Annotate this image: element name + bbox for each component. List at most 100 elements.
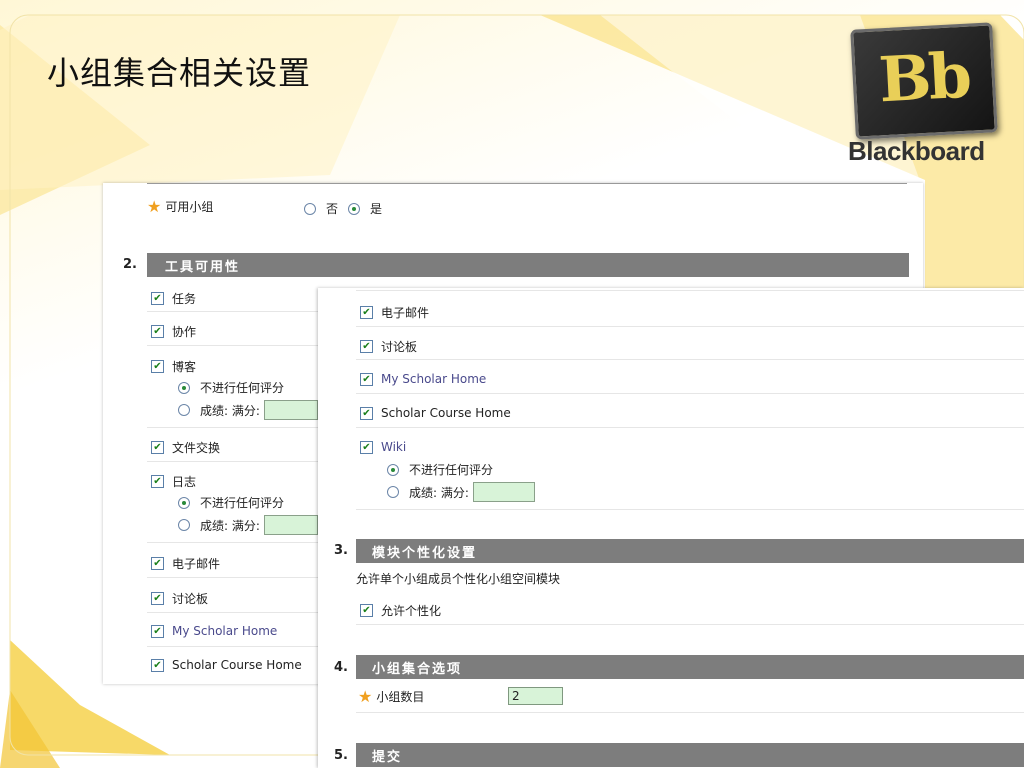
checkbox-checked-icon[interactable]: ✔ — [360, 340, 373, 353]
divider — [147, 427, 319, 428]
tool-myscholar-right: ✔ My Scholar Home — [360, 372, 486, 386]
divider — [356, 509, 1024, 510]
checkbox-checked-icon[interactable]: ✔ — [151, 557, 164, 570]
checkbox-checked-icon[interactable]: ✔ — [151, 292, 164, 305]
radio-yes[interactable] — [348, 202, 361, 215]
radio-grade[interactable] — [178, 519, 190, 531]
radio-no[interactable] — [304, 202, 316, 215]
tool-myscholar: ✔ My Scholar Home — [151, 624, 277, 638]
divider — [356, 427, 1024, 428]
divider — [147, 461, 319, 462]
tool-myscholar-right-label: My Scholar Home — [381, 372, 487, 386]
settings-panel-right: ✔ 电子邮件 ✔ 讨论板 ✔ My Scholar Home ✔ Scholar… — [318, 288, 1024, 768]
checkbox-checked-icon[interactable]: ✔ — [360, 406, 373, 420]
journal-grade-label: 成绩: 满分: — [200, 518, 260, 533]
divider — [147, 612, 319, 613]
divider — [147, 345, 319, 346]
tool-wiki-label: Wiki — [381, 440, 407, 454]
wiki-grade-option: 成绩: 满分: — [387, 482, 535, 502]
checkbox-checked-icon[interactable]: ✔ — [151, 441, 164, 454]
wiki-nograde-label: 不进行任何评分 — [409, 463, 494, 477]
tool-blog: ✔ 博客 — [151, 358, 196, 375]
divider — [147, 577, 319, 578]
tool-myscholar-label: My Scholar Home — [172, 624, 278, 638]
checkbox-checked-icon[interactable]: ✔ — [151, 325, 164, 338]
required-star-icon: ★ — [358, 686, 373, 706]
divider — [147, 311, 319, 312]
section-5-title: 提交 — [372, 749, 403, 765]
tool-journal: ✔ 日志 — [151, 473, 196, 490]
tool-task-label: 任务 — [172, 292, 197, 306]
section-4-number: 4. — [334, 660, 348, 675]
radio-nograde[interactable] — [178, 381, 190, 394]
radio-grade[interactable] — [387, 486, 399, 498]
blog-score-input[interactable] — [263, 400, 318, 420]
journal-score-input[interactable] — [263, 515, 318, 535]
tool-discussion: ✔ 讨论板 — [151, 590, 208, 607]
tool-scholarcourse-right-label: Scholar Course Home — [381, 406, 511, 420]
radio-grade[interactable] — [178, 404, 190, 416]
blog-nograde-option: 不进行任何评分 — [178, 379, 284, 396]
tool-blog-label: 博客 — [172, 360, 197, 374]
checkbox-checked-icon[interactable]: ✔ — [151, 475, 164, 488]
tool-journal-label: 日志 — [172, 475, 197, 489]
allow-personalize-row: ✔ 允许个性化 — [360, 602, 441, 619]
section-3-header: 模块个性化设置 — [356, 539, 1024, 563]
blackboard-logo: Bb Blackboard — [848, 22, 998, 172]
logo-monogram: Bb — [877, 38, 971, 117]
checkbox-checked-icon[interactable]: ✔ — [151, 658, 164, 672]
blog-nograde-label: 不进行任何评分 — [200, 381, 285, 395]
required-star-icon: ★ — [147, 196, 162, 216]
divider — [147, 542, 319, 543]
tool-discussion-right: ✔ 讨论板 — [360, 338, 417, 355]
available-group-options: 否 是 — [304, 200, 382, 217]
tool-wiki: ✔ Wiki — [360, 440, 406, 454]
tool-exchange-label: 文件交换 — [172, 441, 221, 455]
allow-personalize-label: 允许个性化 — [381, 604, 442, 618]
tool-collab-label: 协作 — [172, 325, 197, 339]
section-2-header: 工具可用性 — [147, 253, 909, 277]
section-4-title: 小组集合选项 — [372, 661, 463, 677]
tool-email-right-label: 电子邮件 — [381, 306, 430, 320]
blog-grade-label: 成绩: 满分: — [200, 403, 260, 418]
tool-email-label: 电子邮件 — [172, 557, 221, 571]
available-group-label: 可用小组 — [165, 200, 214, 214]
radio-nograde[interactable] — [387, 463, 399, 476]
checkbox-checked-icon[interactable]: ✔ — [360, 440, 373, 454]
section-2-title: 工具可用性 — [165, 259, 241, 275]
checkbox-checked-icon[interactable]: ✔ — [360, 306, 373, 319]
divider — [356, 326, 1024, 327]
tool-email: ✔ 电子邮件 — [151, 555, 220, 572]
blog-grade-option: 成绩: 满分: — [178, 400, 318, 420]
checkbox-checked-icon[interactable]: ✔ — [151, 624, 164, 638]
divider — [147, 646, 319, 647]
wiki-grade-label: 成绩: 满分: — [409, 485, 469, 500]
section-5-number: 5. — [334, 748, 348, 763]
divider — [356, 624, 1024, 625]
tool-scholarcourse-label: Scholar Course Home — [172, 658, 302, 672]
radio-yes-label: 是 — [370, 202, 383, 216]
tool-scholarcourse-right: ✔ Scholar Course Home — [360, 406, 511, 420]
tool-collab: ✔ 协作 — [151, 323, 196, 340]
slide-title: 小组集合相关设置 — [47, 54, 312, 92]
journal-nograde-label: 不进行任何评分 — [200, 496, 285, 510]
divider — [356, 712, 1024, 713]
section-4-header: 小组集合选项 — [356, 655, 1024, 679]
wiki-nograde-option: 不进行任何评分 — [387, 461, 493, 478]
divider — [356, 393, 1024, 394]
tool-scholarcourse: ✔ Scholar Course Home — [151, 658, 302, 672]
checkbox-checked-icon[interactable]: ✔ — [360, 604, 373, 617]
checkbox-checked-icon[interactable]: ✔ — [151, 360, 164, 373]
logo-badge: Bb — [850, 22, 998, 140]
section-2-number: 2. — [123, 257, 137, 272]
group-count-label: 小组数目 — [376, 690, 425, 704]
wiki-score-input[interactable] — [472, 482, 535, 502]
journal-grade-option: 成绩: 满分: — [178, 515, 318, 535]
checkbox-checked-icon[interactable]: ✔ — [360, 372, 373, 386]
tool-task: ✔ 任务 — [151, 290, 196, 307]
tool-email-right: ✔ 电子邮件 — [360, 304, 429, 321]
journal-nograde-option: 不进行任何评分 — [178, 494, 284, 511]
checkbox-checked-icon[interactable]: ✔ — [151, 592, 164, 605]
group-count-input[interactable]: 2 — [508, 687, 563, 705]
radio-nograde[interactable] — [178, 496, 190, 509]
